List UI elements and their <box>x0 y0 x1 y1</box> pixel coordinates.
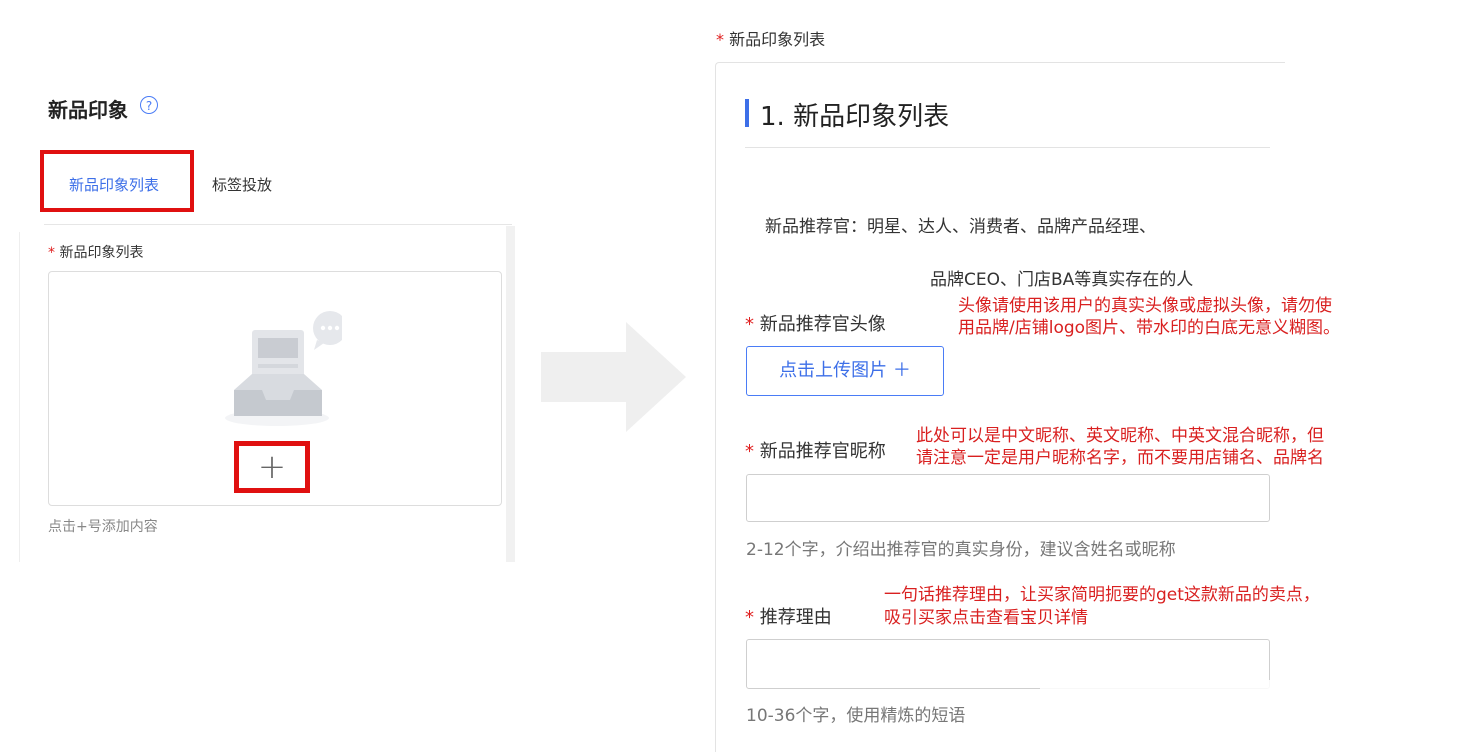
section-accent-bar <box>745 99 749 127</box>
reason-field-label: * 推荐理由 <box>745 603 832 629</box>
field-label-text: 新品印象列表 <box>59 245 144 261</box>
avatar-annotation: 用品牌/店铺logo图片、带水印的白底无意义糊图。 <box>958 318 1341 338</box>
avatar-field-label-text: 新品推荐官头像 <box>759 314 886 335</box>
nickname-input[interactable] <box>746 474 1270 522</box>
required-mark: * <box>716 30 724 49</box>
required-mark: * <box>745 607 754 628</box>
nickname-field-label: * 新品推荐官昵称 <box>745 437 886 463</box>
reason-field-label-text: 推荐理由 <box>759 607 832 628</box>
nickname-annotation: 此处可以是中文昵称、英文昵称、中英文混合昵称，但 <box>916 426 1324 446</box>
form-top-label: * 新品印象列表 <box>716 26 825 50</box>
avatar-field-label: * 新品推荐官头像 <box>745 310 886 336</box>
nickname-field-label-text: 新品推荐官昵称 <box>759 441 886 462</box>
nickname-annotation: 请注意一定是用户昵称名字，而不要用店铺名、品牌名 <box>916 448 1324 468</box>
tab-new-impression-list[interactable]: 新品印象列表 <box>69 174 159 195</box>
scrollbar[interactable] <box>506 226 515 562</box>
avatar-annotation: 头像请使用该用户的真实头像或虚拟头像，请勿使 <box>958 296 1332 316</box>
form-top-label-text: 新品印象列表 <box>729 30 826 49</box>
reason-annotation: 吸引买家点击查看宝贝详情 <box>884 608 1088 628</box>
description-line: 品牌CEO、门店BA等真实存在的人 <box>930 270 1194 290</box>
required-mark: * <box>745 441 754 462</box>
reason-hint: 10-36个字，使用精炼的短语 <box>746 706 966 726</box>
required-mark: * <box>745 314 754 335</box>
field-label: * 新品印象列表 <box>48 242 143 262</box>
add-hint: 点击+号添加内容 <box>48 519 158 535</box>
help-icon[interactable]: ? <box>140 96 158 114</box>
required-mark: * <box>48 245 55 261</box>
tab-tag-placement[interactable]: 标签投放 <box>212 174 272 195</box>
arrow-right-icon <box>541 322 686 432</box>
reason-annotation: 一句话推荐理由，让买家简明扼要的get这款新品的卖点， <box>884 585 1320 605</box>
nickname-hint: 2-12个字，介绍出推荐官的真实身份，建议含姓名或昵称 <box>746 540 1176 560</box>
empty-inbox-icon <box>225 311 342 426</box>
section-divider <box>745 147 1270 148</box>
upload-image-button[interactable]: 点击上传图片 ＋ <box>746 346 944 396</box>
tab-divider <box>44 224 512 225</box>
page-title: 新品印象 <box>48 98 128 122</box>
add-content-button[interactable]: + <box>246 447 298 487</box>
bottom-fade-overlay <box>1040 680 1458 743</box>
left-border <box>19 232 20 562</box>
section-title: 1. 新品印象列表 <box>760 102 950 132</box>
description-line: 新品推荐官：明星、达人、消费者、品牌产品经理、 <box>765 217 1156 237</box>
